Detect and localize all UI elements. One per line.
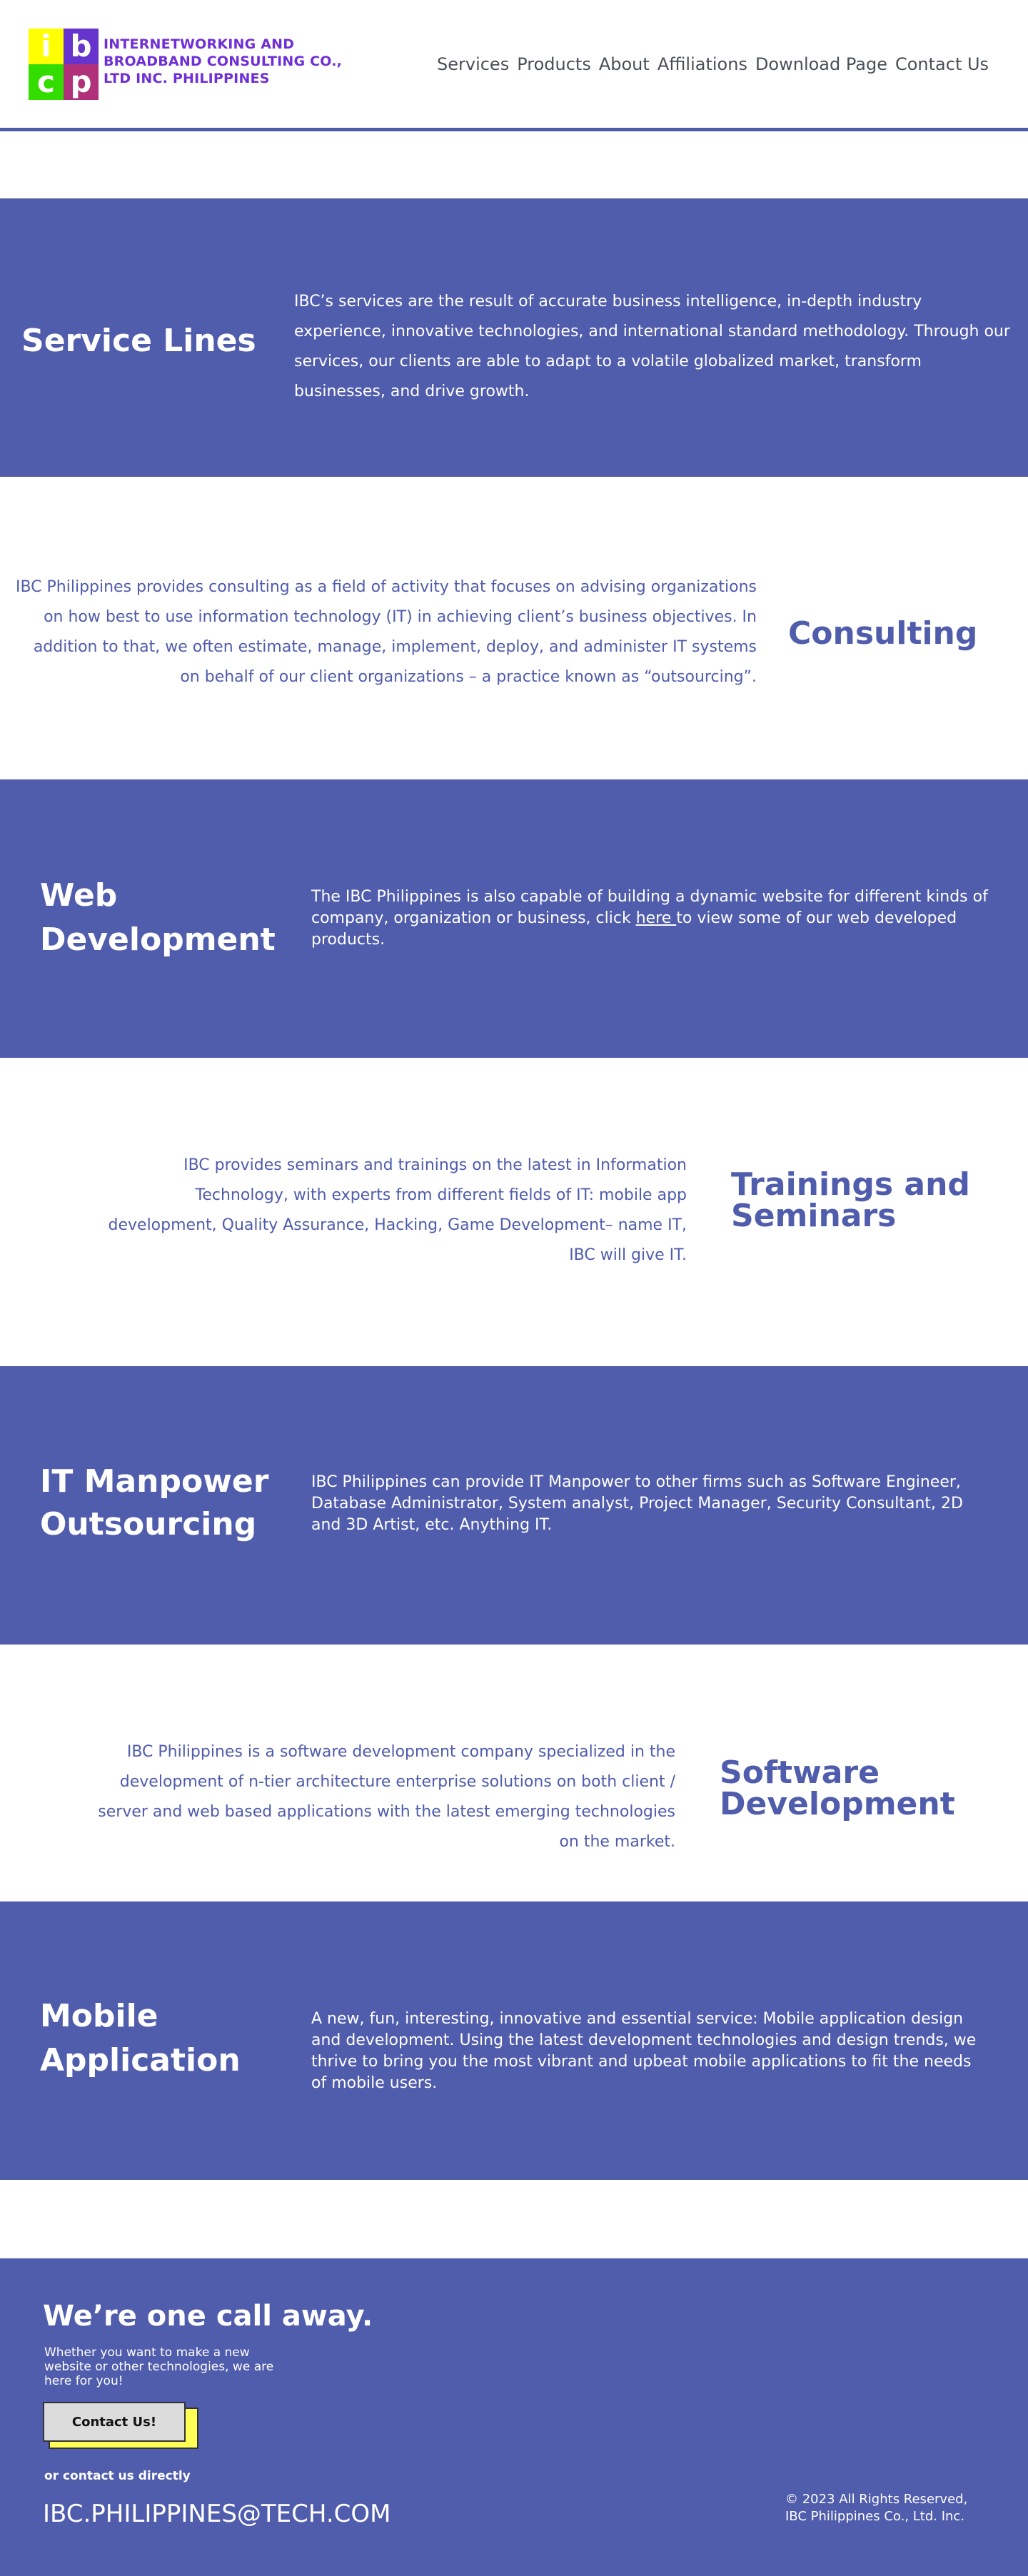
- contact-us-button[interactable]: Contact Us!: [43, 2402, 186, 2442]
- trainings-title: Trainings and Seminars: [731, 1166, 970, 1234]
- nav-download-page[interactable]: Download Page: [755, 54, 887, 74]
- service-lines-section: Service Lines IBC’s services are the res…: [0, 198, 1028, 477]
- software-title: Software Development: [720, 1754, 955, 1822]
- software-text: IBC Philippines is a software developmen…: [98, 1743, 675, 1851]
- logo-letter-p: p: [64, 64, 99, 100]
- logo-letter-i: i: [29, 29, 64, 64]
- footer-heading: We’re one call away.: [43, 2300, 373, 2333]
- logo-letter-b: b: [64, 29, 99, 64]
- software-section: IBC Philippines is a software developmen…: [0, 1645, 1028, 1901]
- company-name: INTERNETWORKING AND BROADBAND CONSULTING…: [104, 36, 343, 86]
- main-nav: Services Products About Affiliations Dow…: [437, 54, 997, 74]
- contact-direct-label: or contact us directly: [44, 2469, 191, 2483]
- manpower-title: IT Manpower Outsourcing: [40, 1463, 269, 1542]
- web-development-text: The IBC Philippines is also capable of b…: [311, 887, 997, 951]
- mobile-title: Mobile Application: [40, 1998, 241, 2079]
- contact-button-wrap: Contact Us!: [43, 2402, 200, 2449]
- copyright: © 2023 All Rights Reserved, IBC Philippi…: [785, 2491, 967, 2525]
- service-lines-text: IBC’s services are the result of accurat…: [294, 293, 1010, 400]
- consulting-title: Consulting: [788, 615, 978, 652]
- consulting-text: IBC Philippines provides consulting as a…: [15, 578, 757, 686]
- logo-letter-c: c: [29, 64, 64, 100]
- trainings-text: IBC provides seminars and trainings on t…: [108, 1156, 687, 1264]
- copyright-line-1: © 2023 All Rights Reserved,: [785, 2492, 968, 2507]
- nav-affiliations[interactable]: Affiliations: [657, 54, 747, 74]
- mobile-section: Mobile Application A new, fun, interesti…: [0, 1901, 1028, 2180]
- manpower-section: IT Manpower Outsourcing IBC Philippines …: [0, 1366, 1028, 1645]
- consulting-section: IBC Philippines provides consulting as a…: [0, 477, 1028, 779]
- copyright-line-2: IBC Philippines Co., Ltd. Inc.: [785, 2509, 965, 2524]
- nav-contact-us[interactable]: Contact Us: [895, 54, 989, 74]
- manpower-text: IBC Philippines can provide IT Manpower …: [311, 1473, 963, 1534]
- mobile-text: A new, fun, interesting, innovative and …: [311, 2010, 977, 2092]
- footer-subtext: Whether you want to make a new website o…: [44, 2345, 274, 2388]
- nav-products[interactable]: Products: [517, 54, 591, 74]
- web-development-title: Web Development: [40, 877, 276, 958]
- company-logo[interactable]: i b c p: [29, 29, 99, 100]
- here-link[interactable]: here: [636, 909, 677, 927]
- site-header: i b c p INTERNETWORKING AND BROADBAND CO…: [0, 0, 1028, 131]
- trainings-section: IBC provides seminars and trainings on t…: [0, 1058, 1028, 1366]
- web-development-section: Web Development The IBC Philippines is a…: [0, 779, 1028, 1058]
- nav-about[interactable]: About: [599, 54, 650, 74]
- service-lines-title: Service Lines: [21, 323, 256, 359]
- contact-email[interactable]: IBC.PHILIPPINES@TECH.COM: [43, 2500, 391, 2528]
- nav-services[interactable]: Services: [437, 54, 509, 74]
